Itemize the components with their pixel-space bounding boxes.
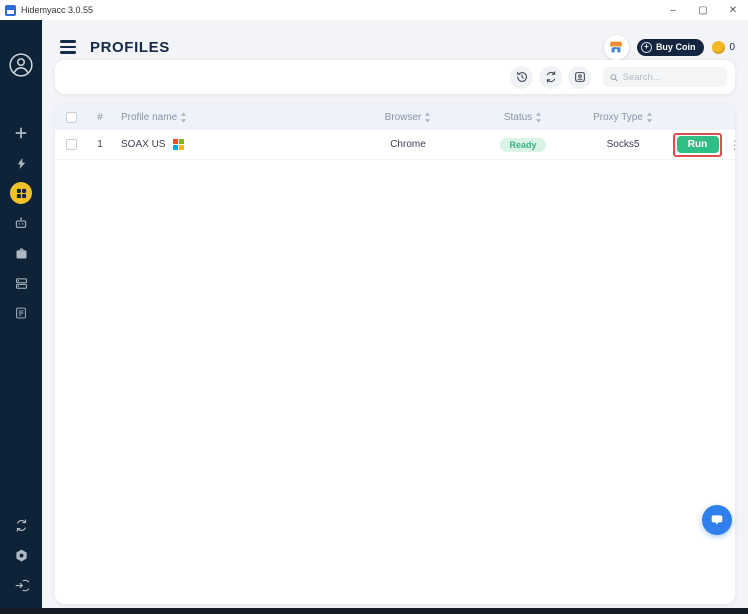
coin-icon [712, 41, 725, 54]
windows-os-icon [173, 139, 184, 150]
refresh-icon [544, 70, 558, 84]
table-header-row: # Profile name Browser Status [55, 104, 735, 130]
coin-balance: 0 [712, 41, 735, 54]
history-button[interactable] [510, 66, 533, 89]
column-profile-name[interactable]: Profile name [113, 112, 343, 123]
sort-icon [646, 112, 653, 123]
window-controls: – ▢ ✕ [658, 0, 748, 20]
refresh-button[interactable] [539, 66, 562, 89]
annotation-highlight-box: Run [673, 133, 722, 157]
column-browser[interactable]: Browser [343, 112, 473, 123]
history-icon [515, 70, 529, 84]
new-profile-plus-icon[interactable] [0, 118, 42, 148]
store-button[interactable] [604, 35, 629, 60]
sync-icon[interactable] [0, 510, 42, 540]
buy-coin-button[interactable]: + Buy Coin [637, 39, 705, 56]
chat-support-button[interactable] [702, 505, 732, 535]
maximize-button[interactable]: ▢ [688, 0, 718, 20]
device-sync-button[interactable] [568, 66, 591, 89]
main-content: PROFILES + Buy Coin 0 [42, 20, 748, 608]
column-status[interactable]: Status [473, 112, 573, 123]
account-icon[interactable] [0, 48, 42, 82]
minimize-button[interactable]: – [658, 0, 688, 20]
table-row: 1 SOAX US Chrome Ready Socks5 Run [55, 130, 735, 160]
sort-icon [424, 112, 431, 123]
search-input[interactable] [623, 72, 721, 83]
proxy-type-cell: Socks5 [573, 139, 673, 150]
window-title: Hidemyacc 3.0.55 [21, 5, 93, 15]
sidebar [0, 20, 42, 608]
window-titlebar: Hidemyacc 3.0.55 – ▢ ✕ [0, 0, 748, 20]
settings-gear-icon[interactable] [0, 540, 42, 570]
team-briefcase-icon[interactable] [0, 238, 42, 268]
chat-bubble-icon [709, 512, 725, 528]
automation-robot-icon[interactable] [0, 208, 42, 238]
status-cell: Ready [473, 138, 573, 152]
buy-coin-label: Buy Coin [656, 42, 696, 52]
search-icon [609, 72, 619, 83]
row-index: 1 [87, 139, 113, 150]
app-logo-icon [5, 5, 16, 16]
notes-icon[interactable] [0, 298, 42, 328]
select-all-checkbox[interactable] [66, 112, 77, 123]
sidebar-item-profiles[interactable] [0, 178, 42, 208]
column-proxy-type[interactable]: Proxy Type [573, 112, 673, 123]
window-bottom-edge [0, 608, 748, 614]
store-icon [608, 39, 624, 55]
toolbar [55, 60, 735, 94]
sort-icon [535, 112, 542, 123]
column-index[interactable]: # [87, 112, 113, 123]
lightning-icon[interactable] [0, 148, 42, 178]
plus-icon: + [641, 42, 652, 53]
run-button[interactable]: Run [677, 136, 719, 153]
coin-balance-value: 0 [729, 42, 735, 53]
profile-name: SOAX US [121, 139, 165, 150]
row-checkbox[interactable] [66, 139, 77, 150]
row-actions: Run ⋮ [673, 133, 735, 157]
profiles-table: # Profile name Browser Status [55, 104, 735, 604]
close-button[interactable]: ✕ [718, 0, 748, 20]
proxy-server-icon[interactable] [0, 268, 42, 298]
sort-icon [180, 112, 187, 123]
page-title: PROFILES [90, 39, 170, 56]
row-menu-dots-icon[interactable]: ⋮ [727, 139, 735, 151]
search-box [603, 67, 727, 87]
status-badge: Ready [500, 138, 545, 152]
profiles-grid-icon [10, 182, 32, 204]
profile-name-cell: SOAX US [113, 139, 343, 150]
device-icon [573, 70, 587, 84]
browser-cell: Chrome [343, 139, 473, 150]
menu-hamburger-icon[interactable] [60, 40, 76, 53]
logout-icon[interactable] [0, 570, 42, 600]
